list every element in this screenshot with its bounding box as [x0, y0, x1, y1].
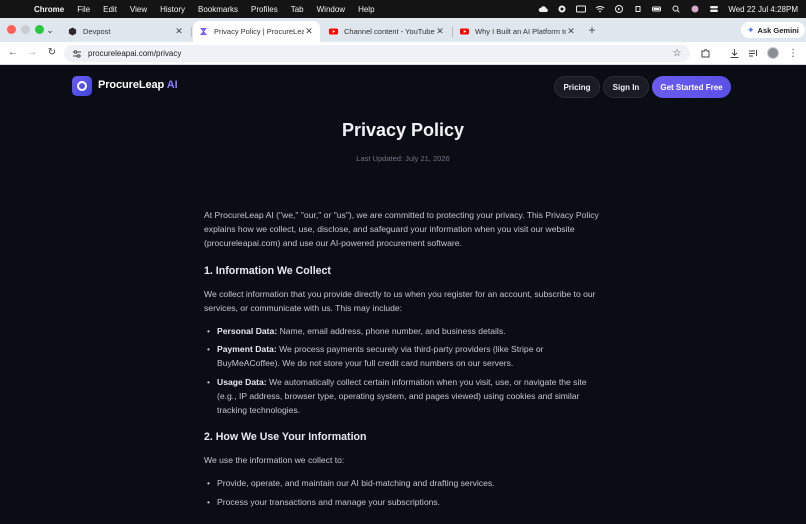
intro-paragraph: At ProcureLeap AI ("we," "our," or "us")…	[204, 210, 599, 249]
site-info-icon[interactable]	[72, 49, 82, 59]
procureleap-favicon	[199, 27, 208, 36]
tab-title: Privacy Policy | ProcureLeap AI	[214, 27, 304, 36]
item-text: We automatically collect certain informa…	[217, 376, 587, 416]
list-item: Personal Data: Name, email address, phon…	[204, 324, 600, 338]
web-page: ProcureLeap AI Pricing Sign In Get Start…	[0, 66, 806, 524]
tab-youtube-video[interactable]: Why I Built an AI Platform to Save ✕	[454, 21, 582, 42]
tab-privacy-policy[interactable]: Privacy Policy | ProcureLeap AI ✕	[193, 21, 320, 42]
close-tab-icon[interactable]: ✕	[174, 26, 184, 37]
address-bar[interactable]: procureleapai.com/privacy ☆	[64, 45, 690, 62]
more-menu-icon[interactable]: ⋮	[787, 47, 799, 59]
profile-avatar[interactable]	[767, 47, 779, 59]
page-title: Privacy Policy	[341, 120, 465, 140]
record-icon[interactable]	[557, 5, 567, 13]
tab-search-icon[interactable]: ⌄	[44, 24, 56, 36]
tab-title: Devpost	[83, 27, 111, 36]
macos-menu-bar: Chrome File Edit View History Bookmarks …	[0, 0, 806, 18]
window-controls	[7, 25, 44, 34]
url-text[interactable]: procureleapai.com/privacy	[88, 49, 672, 58]
policy-article: At ProcureLeap AI ("we," "our," or "us")…	[204, 208, 600, 513]
menu-app-name[interactable]: Chrome	[34, 5, 64, 14]
browser-tab-strip: ⌄ Devpost ✕ Privacy Policy | ProcureLeap…	[0, 18, 806, 42]
menu-bookmarks[interactable]: Bookmarks	[198, 5, 238, 14]
cloud-icon[interactable]	[538, 5, 549, 13]
list-item: Payment Data: We process payments secure…	[204, 342, 600, 370]
collect-list: Personal Data: Name, email address, phon…	[204, 324, 600, 417]
menu-window[interactable]: Window	[317, 5, 345, 14]
reload-icon[interactable]: ↻	[45, 46, 59, 60]
close-tab-icon[interactable]: ✕	[566, 26, 576, 37]
menubar-clock[interactable]: Wed 22 Jul 4:28PM	[728, 5, 798, 14]
keyboard-icon[interactable]	[576, 5, 587, 13]
download-icon[interactable]	[728, 47, 740, 59]
new-tab-button[interactable]: +	[586, 23, 598, 37]
battery-icon[interactable]	[652, 5, 662, 13]
tab-title: Channel content - YouTube Studio	[344, 27, 435, 36]
zoom-window-button[interactable]	[35, 25, 44, 34]
tab-youtube-studio[interactable]: Channel content - YouTube Studio ✕	[323, 21, 451, 42]
tab-divider	[452, 27, 453, 37]
menu-file[interactable]: File	[77, 5, 90, 14]
back-arrow-icon[interactable]: ←	[6, 46, 20, 60]
wifi-icon[interactable]	[595, 5, 605, 13]
list-item: Provide, operate, and maintain our AI bi…	[204, 476, 600, 490]
minimize-window-button[interactable]	[21, 25, 30, 34]
forward-arrow-icon[interactable]: →	[25, 46, 39, 60]
brand-suffix: AI	[166, 79, 178, 91]
item-label: Personal Data:	[217, 326, 278, 337]
close-window-button[interactable]	[7, 25, 16, 34]
brand-name: ProcureLeap	[98, 79, 165, 91]
get-started-button[interactable]: Get Started Free	[652, 76, 731, 98]
status-icons: Wed 22 Jul 4:28PM	[538, 5, 798, 14]
link-icon[interactable]	[633, 5, 643, 13]
section-lead: We use the information we collect to:	[204, 455, 345, 466]
close-tab-icon[interactable]: ✕	[304, 26, 314, 37]
app-menu: Chrome File Edit View History Bookmarks …	[34, 5, 375, 14]
ask-gemini-label: Ask Gemini	[757, 25, 799, 35]
logo-icon[interactable]	[72, 76, 92, 96]
ask-gemini-button[interactable]: ✦ Ask Gemini	[741, 22, 805, 38]
user-avatar-icon[interactable]	[690, 5, 700, 13]
media-queue-icon[interactable]	[747, 47, 759, 59]
section-heading: 2. How We Use Your Information	[204, 431, 367, 444]
item-text: Name, email address, phone number, and b…	[277, 326, 506, 337]
section-heading: 1. Information We Collect	[204, 264, 331, 277]
menu-history[interactable]: History	[160, 5, 185, 14]
menu-tab[interactable]: Tab	[291, 5, 304, 14]
menu-help[interactable]: Help	[358, 5, 374, 14]
bookmark-star-icon[interactable]: ☆	[672, 48, 682, 59]
item-label: Usage Data:	[217, 376, 267, 387]
search-icon[interactable]	[671, 5, 681, 13]
extensions-icon[interactable]	[699, 47, 711, 59]
close-tab-icon[interactable]: ✕	[435, 26, 445, 37]
devpost-icon	[68, 27, 77, 36]
menu-profiles[interactable]: Profiles	[251, 5, 278, 14]
site-header: ProcureLeap AI Pricing Sign In Get Start…	[72, 76, 732, 98]
play-icon[interactable]	[614, 5, 624, 13]
site-logo-text[interactable]: ProcureLeap AI	[98, 79, 178, 91]
gemini-sparkle-icon: ✦	[747, 24, 755, 35]
tab-devpost[interactable]: Devpost ✕	[62, 21, 190, 42]
menu-view[interactable]: View	[130, 5, 147, 14]
list-item: Usage Data: We automatically collect cer…	[204, 375, 600, 418]
tab-title: Why I Built an AI Platform to Save	[475, 27, 566, 36]
browser-toolbar: ← → ↻ procureleapai.com/privacy ☆ ⋮	[0, 42, 806, 65]
youtube-icon	[329, 27, 338, 36]
sign-in-button[interactable]: Sign In	[603, 76, 649, 98]
youtube-icon	[460, 27, 469, 36]
control-center-icon[interactable]	[709, 5, 719, 13]
menu-edit[interactable]: Edit	[103, 5, 117, 14]
item-label: Payment Data:	[217, 344, 277, 355]
use-list: Provide, operate, and maintain our AI bi…	[204, 476, 600, 509]
pricing-link[interactable]: Pricing	[554, 76, 600, 98]
section-lead: We collect information that you provide …	[204, 288, 596, 313]
tab-divider	[191, 27, 192, 37]
list-item: Process your transactions and manage you…	[204, 495, 600, 509]
last-updated-text: Last Updated: July 21, 2026	[356, 154, 450, 163]
